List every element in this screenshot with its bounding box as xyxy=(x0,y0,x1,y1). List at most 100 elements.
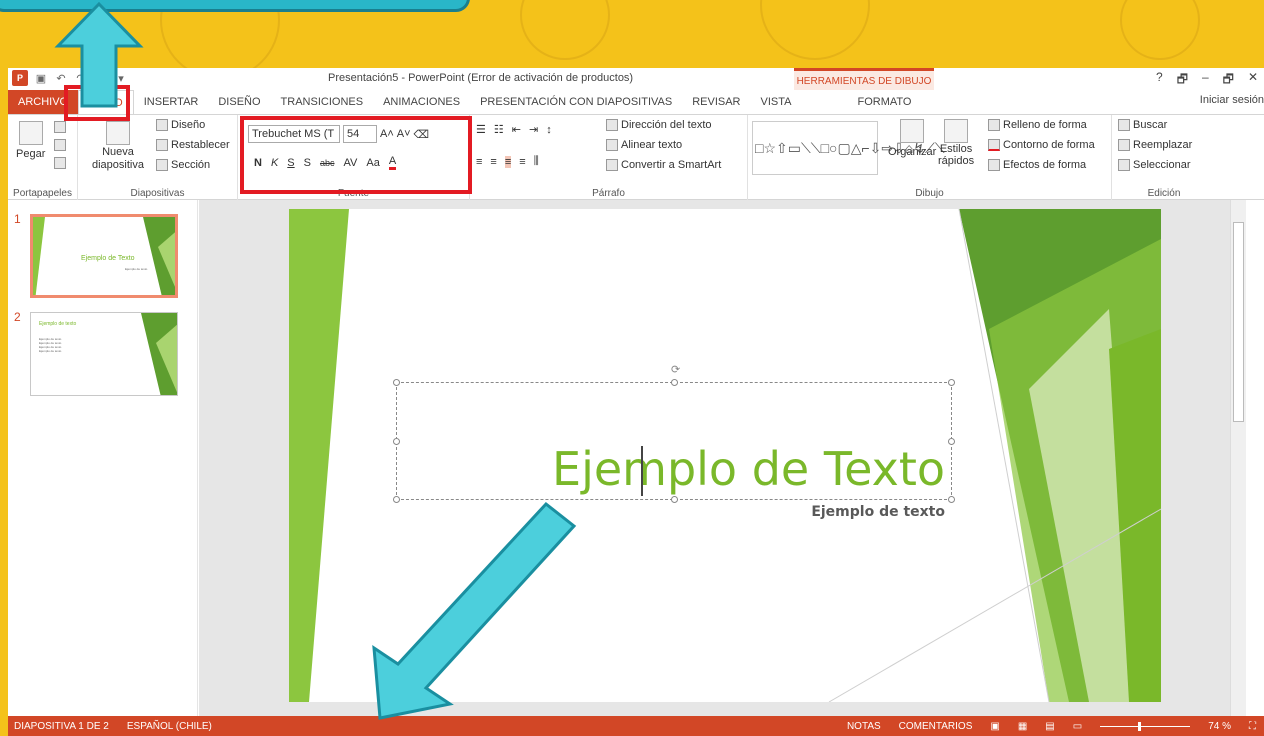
smartart-button[interactable]: Convertir a SmartArt xyxy=(606,159,721,171)
numbering-icon[interactable]: ☷ xyxy=(494,123,504,136)
section-label: Sección xyxy=(171,159,211,171)
resize-handle-e[interactable] xyxy=(948,438,955,445)
shape-fill-button[interactable]: Relleno de forma xyxy=(988,119,1087,131)
align-center-icon[interactable]: ≡ xyxy=(490,156,496,168)
paste-icon xyxy=(18,121,43,145)
decrease-indent-icon[interactable]: ⇤ xyxy=(512,123,521,136)
thumb-1-subtitle: Ejemplo de texto xyxy=(125,267,148,271)
tab-formato[interactable]: FORMATO xyxy=(847,90,921,114)
paste-button[interactable]: Pegar xyxy=(16,121,45,160)
slide-title[interactable]: Ejemplo de Texto xyxy=(552,442,945,496)
align-text-label: Alinear texto xyxy=(621,139,683,151)
shape-effects-button[interactable]: Efectos de forma xyxy=(988,159,1086,171)
rotate-handle-icon[interactable]: ⟳ xyxy=(671,363,680,376)
save-icon[interactable]: ▣ xyxy=(34,71,48,85)
zoom-slider[interactable] xyxy=(1100,721,1191,731)
tab-transiciones[interactable]: TRANSICIONES xyxy=(271,90,374,114)
restore-button[interactable]: 🗗 xyxy=(1223,70,1234,91)
slide-subtitle[interactable]: Ejemplo de texto xyxy=(811,504,945,520)
group-dibujo: □☆⇧▭⟍⟍□○▢△⌐⇩⇨⇩⌂↯⟋⟍ Organizar Estilos ráp… xyxy=(748,115,1112,201)
columns-icon[interactable]: ⫼ xyxy=(534,155,539,168)
close-button[interactable]: ✕ xyxy=(1248,70,1258,91)
slide-thumbnail-2[interactable]: Ejemplo de texto Ejemplo de texto Ejempl… xyxy=(30,312,178,396)
new-slide-label-2: diapositiva xyxy=(92,159,144,171)
bullets-icon[interactable]: ☰ xyxy=(476,123,486,136)
group-label-edicion: Edición xyxy=(1147,188,1181,199)
slide-sorter-icon[interactable]: ▦ xyxy=(1018,721,1027,732)
increase-indent-icon[interactable]: ⇥ xyxy=(529,123,538,136)
align-right-icon[interactable]: ≡ xyxy=(504,155,512,168)
resize-handle-s[interactable] xyxy=(671,496,678,503)
cut-icon[interactable] xyxy=(54,121,66,133)
ribbon-tabs: ARCHIVO INICIO INSERTAR DISEÑO TRANSICIO… xyxy=(8,90,1264,114)
shapes-gallery[interactable]: □☆⇧▭⟍⟍□○▢△⌐⇩⇨⇩⌂↯⟋⟍ xyxy=(752,121,945,175)
reset-icon xyxy=(156,139,168,151)
group-label-diapositivas: Diapositivas xyxy=(130,188,185,199)
normal-view-icon[interactable]: ▣ xyxy=(990,721,999,732)
binoculars-icon xyxy=(1118,119,1130,131)
tab-vista[interactable]: VISTA xyxy=(751,90,802,114)
find-button[interactable]: Buscar xyxy=(1118,119,1167,131)
tab-insertar[interactable]: INSERTAR xyxy=(134,90,209,114)
resize-handle-w[interactable] xyxy=(393,438,400,445)
vertical-scrollbar[interactable] xyxy=(1230,200,1246,716)
new-slide-button[interactable]: Nueva diapositiva xyxy=(92,121,144,171)
copy-icon[interactable] xyxy=(54,139,66,151)
select-label: Seleccionar xyxy=(1133,159,1191,171)
slide-thumbnail-1[interactable]: Ejemplo de Texto Ejemplo de texto xyxy=(30,214,178,298)
layout-button[interactable]: Diseño xyxy=(156,119,205,131)
help-button[interactable]: ? xyxy=(1156,70,1163,91)
signin-link[interactable]: Iniciar sesión xyxy=(1200,94,1264,106)
arrow-up-icon xyxy=(54,1,144,108)
resize-handle-nw[interactable] xyxy=(393,379,400,386)
group-portapapeles: Pegar Portapapeles xyxy=(8,115,78,201)
quick-styles-button[interactable]: Estilos rápidos xyxy=(938,119,974,167)
group-parrafo: ☰ ☷ ⇤ ⇥ ↕ Dirección del texto Alinear te… xyxy=(470,115,748,201)
resize-handle-ne[interactable] xyxy=(948,379,955,386)
section-button[interactable]: Sección xyxy=(156,159,210,171)
thumb-2-title: Ejemplo de texto xyxy=(39,321,77,327)
arrange-label: Organizar xyxy=(888,146,937,158)
notes-button[interactable]: NOTAS xyxy=(847,721,881,732)
group-diapositivas: Nueva diapositiva Diseño Restablecer Sec… xyxy=(78,115,238,201)
find-label: Buscar xyxy=(1133,119,1168,131)
scrollbar-thumb[interactable] xyxy=(1233,222,1244,422)
format-painter-icon[interactable] xyxy=(54,157,66,169)
resize-handle-n[interactable] xyxy=(671,379,678,386)
justify-icon[interactable]: ≡ xyxy=(519,156,525,168)
shape-fill-icon xyxy=(988,119,1000,131)
reset-button[interactable]: Restablecer xyxy=(156,139,230,151)
select-cursor-icon xyxy=(1118,159,1130,171)
comments-button[interactable]: COMENTARIOS xyxy=(899,721,973,732)
text-cursor xyxy=(641,446,643,496)
tab-animaciones[interactable]: ANIMACIONES xyxy=(373,90,470,114)
powerpoint-logo-icon: P xyxy=(12,70,28,86)
replace-icon xyxy=(1118,139,1130,151)
tab-presentacion[interactable]: PRESENTACIÓN CON DIAPOSITIVAS xyxy=(470,90,682,114)
fit-slide-icon[interactable]: ⛶ xyxy=(1249,721,1256,732)
new-slide-label: Nueva xyxy=(102,146,134,158)
zoom-level[interactable]: 74 % xyxy=(1208,721,1231,732)
arrange-button[interactable]: Organizar xyxy=(888,119,936,158)
tab-revisar[interactable]: REVISAR xyxy=(682,90,750,114)
shape-outline-button[interactable]: Contorno de forma xyxy=(988,139,1095,151)
line-spacing-icon[interactable]: ↕ xyxy=(546,124,552,136)
resize-handle-se[interactable] xyxy=(948,496,955,503)
paste-label: Pegar xyxy=(16,148,46,160)
window-controls: ? 🗗 – 🗗 ✕ xyxy=(1156,70,1258,91)
tab-diseno[interactable]: DISEÑO xyxy=(208,90,270,114)
align-text-button[interactable]: Alinear texto xyxy=(606,139,682,151)
smartart-label: Convertir a SmartArt xyxy=(621,159,722,171)
ribbon-display-button[interactable]: 🗗 xyxy=(1177,70,1188,91)
window-title: Presentación5 - PowerPoint (Error de act… xyxy=(328,72,634,84)
minimize-button[interactable]: – xyxy=(1202,70,1209,91)
select-button[interactable]: Seleccionar xyxy=(1118,159,1190,171)
align-left-icon[interactable]: ≡ xyxy=(476,156,482,168)
group-label-parrafo: Párrafo xyxy=(592,188,625,199)
text-direction-button[interactable]: Dirección del texto xyxy=(606,119,712,131)
replace-button[interactable]: Reemplazar xyxy=(1118,139,1192,151)
reading-view-icon[interactable]: ▤ xyxy=(1045,721,1054,732)
reset-label: Restablecer xyxy=(171,139,230,151)
language-indicator[interactable]: ESPAÑOL (CHILE) xyxy=(127,721,212,732)
slideshow-icon[interactable]: ▭ xyxy=(1073,721,1082,732)
